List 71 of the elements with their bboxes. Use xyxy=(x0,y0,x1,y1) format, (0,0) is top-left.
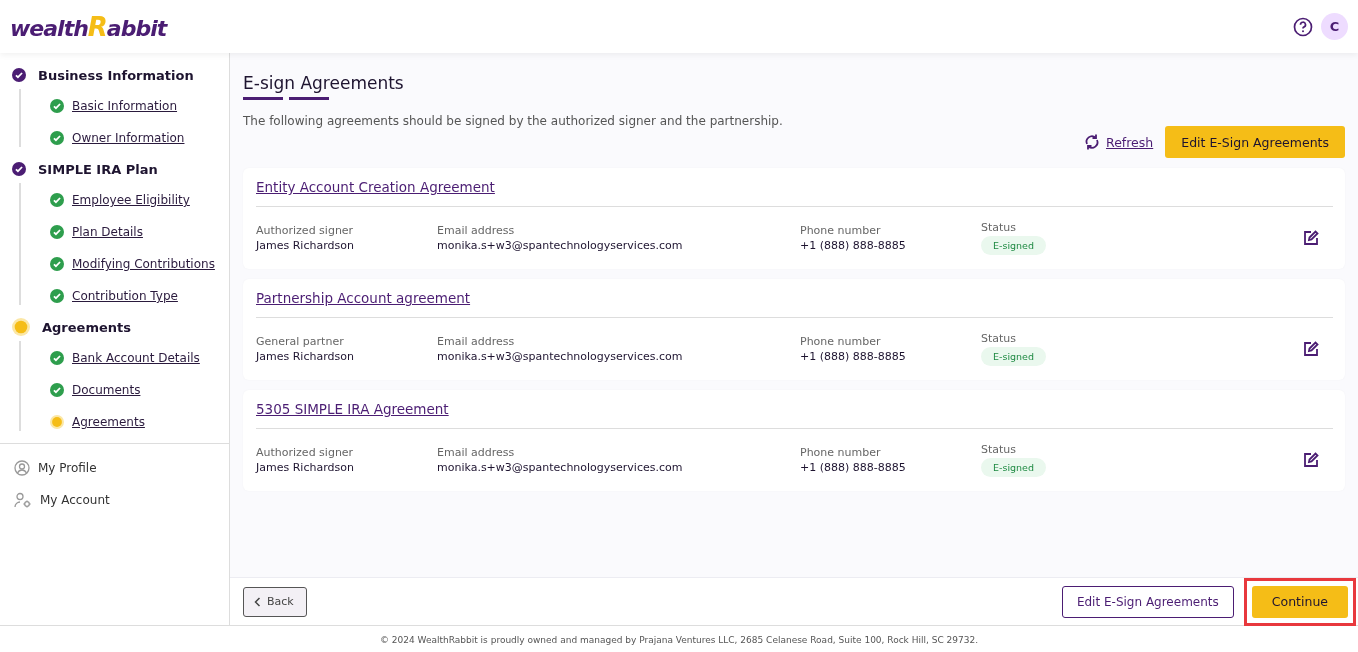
field-label: Email address xyxy=(437,224,516,237)
user-gear-icon xyxy=(14,492,32,508)
field-label: General partner xyxy=(256,335,345,348)
field-label: Phone number xyxy=(800,446,882,459)
step-link[interactable]: Plan Details xyxy=(72,225,143,239)
chevron-left-icon xyxy=(254,596,261,607)
field-label: Authorized signer xyxy=(256,446,355,459)
check-circle-icon xyxy=(50,351,64,365)
edit-icon[interactable] xyxy=(1303,452,1319,468)
field-value: +1 (888) 888-8885 xyxy=(800,239,907,252)
field-label: Phone number xyxy=(800,224,882,237)
edit-icon[interactable] xyxy=(1303,341,1319,357)
step-link[interactable]: Contribution Type xyxy=(72,289,178,303)
step-link[interactable]: Basic Information xyxy=(72,99,178,113)
edit-agreements-button[interactable]: Edit E-Sign Agreements xyxy=(1165,126,1345,158)
agreement-link[interactable]: Entity Account Creation Agreement xyxy=(256,179,495,195)
step-link[interactable]: Documents xyxy=(72,383,141,397)
field-value: James Richardson xyxy=(256,461,355,474)
field-label: Authorized signer xyxy=(256,224,355,237)
agreement-link[interactable]: Partnership Account agreement xyxy=(256,290,471,306)
field-value: James Richardson xyxy=(256,239,355,252)
check-circle-icon xyxy=(50,257,64,271)
edit-agreements-button[interactable]: Edit E-Sign Agreements xyxy=(1061,585,1234,618)
field-label: Status xyxy=(981,221,1018,234)
field-label: Status xyxy=(981,332,1018,345)
section-title: Agreements xyxy=(42,319,131,335)
help-icon[interactable] xyxy=(1293,16,1313,37)
status-badge: E-signed xyxy=(981,236,1046,255)
section-title: Business Information xyxy=(38,67,194,83)
field-label: Status xyxy=(981,443,1018,456)
step-link[interactable]: Owner Information xyxy=(72,131,185,145)
agreement-link[interactable]: 5305 SIMPLE IRA Agreement xyxy=(256,401,449,417)
back-button[interactable]: Back xyxy=(243,586,307,617)
field-value: James Richardson xyxy=(256,350,355,363)
progress-dot-icon xyxy=(50,415,64,429)
check-circle-icon xyxy=(50,289,64,303)
check-circle-icon xyxy=(50,131,64,145)
continue-button[interactable]: Continue xyxy=(1251,585,1348,618)
field-value: monika.s+w3@spantechnologyservices.com xyxy=(437,350,684,363)
progress-dot-icon xyxy=(12,318,30,336)
section-title: SIMPLE IRA Plan xyxy=(38,161,158,177)
copyright-text: © 2024 WealthRabbit is proudly owned and managed by Prajana Ventures LLC, 2685 Celanese Road, Suite 100, Rock Hill, SC 29732. xyxy=(379,634,979,645)
field-value: monika.s+w3@spantechnologyservices.com xyxy=(437,461,684,474)
refresh-icon xyxy=(1084,133,1100,151)
page-title: E-sign Agreements xyxy=(243,73,405,93)
menu-item[interactable]: My Account xyxy=(40,493,110,507)
field-value: +1 (888) 888-8885 xyxy=(800,350,907,363)
field-value: +1 (888) 888-8885 xyxy=(800,461,907,474)
description: The following agreements should be signed by the authorized signer and the partnership. xyxy=(243,114,784,128)
check-circle-icon xyxy=(50,99,64,113)
user-circle-icon xyxy=(14,460,30,476)
check-circle-icon xyxy=(50,225,64,239)
status-badge: E-signed xyxy=(981,458,1046,477)
avatar[interactable]: C xyxy=(1321,13,1348,40)
check-circle-icon xyxy=(50,383,64,397)
field-label: Phone number xyxy=(800,335,882,348)
step-link[interactable]: Modifying Contributions xyxy=(72,257,215,271)
field-label: Email address xyxy=(437,335,516,348)
step-link[interactable]: Employee Eligibility xyxy=(72,193,190,207)
edit-icon[interactable] xyxy=(1303,230,1319,246)
check-circle-icon xyxy=(50,193,64,207)
check-circle-icon xyxy=(12,68,26,82)
step-link[interactable]: Bank Account Details xyxy=(72,351,200,365)
status-badge: E-signed xyxy=(981,347,1046,366)
check-circle-icon xyxy=(12,162,26,176)
field-label: Email address xyxy=(437,446,516,459)
menu-item[interactable]: My Profile xyxy=(38,461,97,475)
logo[interactable]: wealthRabbit xyxy=(10,11,167,42)
refresh-link[interactable]: Refresh xyxy=(1084,133,1154,151)
step-link[interactable]: Agreements xyxy=(72,415,145,429)
field-value: monika.s+w3@spantechnologyservices.com xyxy=(437,239,684,252)
